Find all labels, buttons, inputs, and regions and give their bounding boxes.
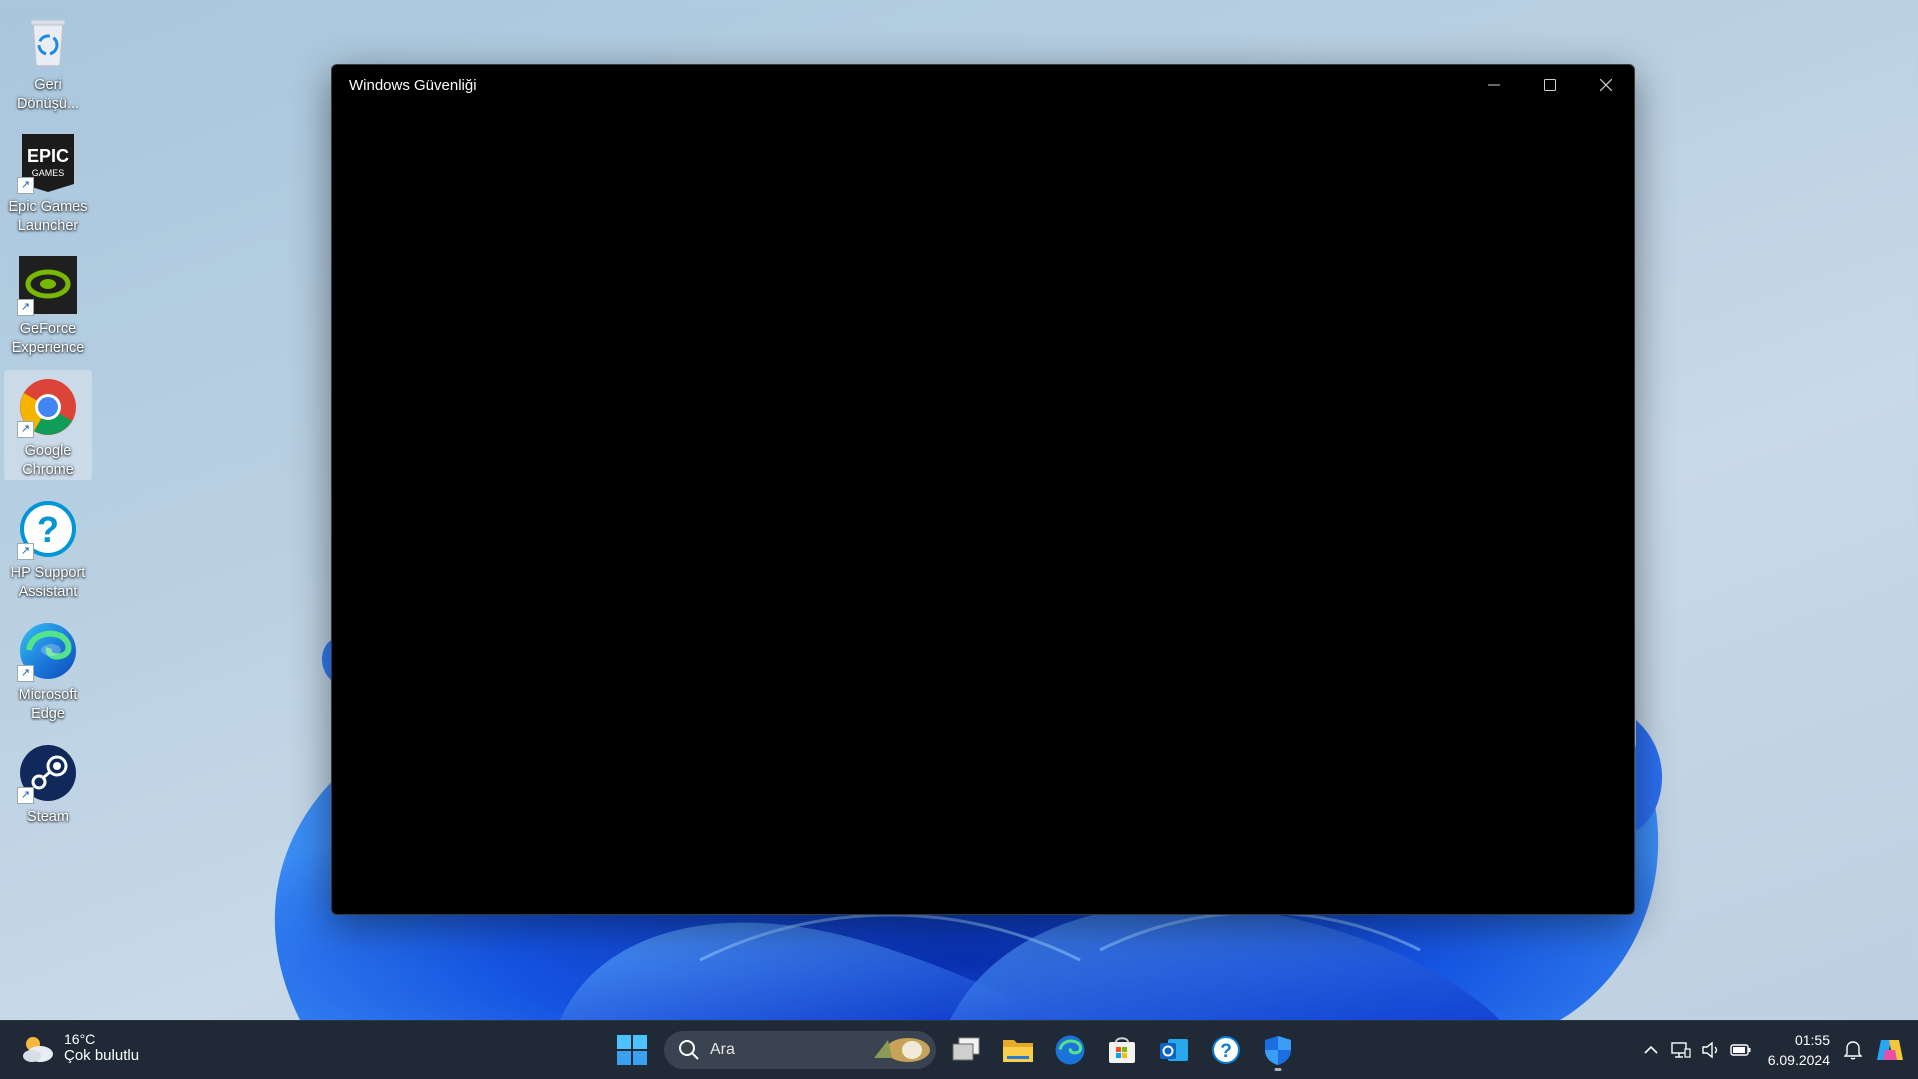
show-hidden-icons-button[interactable] — [1636, 1030, 1666, 1070]
desktop-icon-label: Steam — [27, 809, 69, 825]
desktop-icon-label: Geri Dönüşü... — [16, 77, 80, 112]
svg-text:?: ? — [37, 509, 59, 550]
clock-date: 6.09.2024 — [1767, 1052, 1830, 1068]
microsoft-store-icon — [1109, 1037, 1135, 1063]
desktop-icon-label: GeForce Experience — [11, 321, 85, 356]
outlook-icon — [1160, 1039, 1188, 1061]
shortcut-arrow-icon: ↗ — [17, 177, 34, 194]
help-icon: ? — [1212, 1036, 1240, 1064]
shortcut-arrow-icon: ↗ — [17, 543, 34, 560]
notifications-button[interactable] — [1838, 1030, 1868, 1070]
edge-taskbar-button[interactable] — [1044, 1028, 1096, 1072]
shortcut-arrow-icon: ↗ — [17, 787, 34, 804]
desktop-icon-label: Epic Games Launcher — [8, 199, 88, 234]
bell-icon — [1844, 1041, 1862, 1060]
hp-support-icon: ? ↗ — [17, 498, 79, 560]
desktop-icon-epic-games[interactable]: EPIC GAMES ↗ Epic Games Launcher — [4, 126, 92, 236]
battery-button[interactable] — [1726, 1030, 1756, 1070]
outlook-button[interactable] — [1148, 1028, 1200, 1072]
windows-security-icon — [1265, 1036, 1291, 1065]
help-button[interactable]: ? — [1200, 1028, 1252, 1072]
window-content — [332, 105, 1634, 914]
recycle-bin-icon — [17, 10, 79, 72]
copilot-button[interactable] — [1868, 1030, 1912, 1070]
title-bar[interactable]: Windows Güvenliği — [332, 65, 1634, 105]
cloudy-weather-icon — [23, 1036, 53, 1062]
desktop-icon-label: Google Chrome — [22, 443, 74, 478]
network-icon — [1671, 1042, 1691, 1058]
window-title: Windows Güvenliği — [349, 77, 477, 94]
windows-security-taskbar-button[interactable] — [1252, 1028, 1304, 1072]
desktop-icon-label: Microsoft Edge — [18, 687, 78, 722]
desktop-icon-geforce[interactable]: ↗ GeForce Experience — [4, 248, 92, 358]
chrome-icon: ↗ — [17, 376, 79, 438]
file-explorer-icon — [1003, 1040, 1033, 1062]
shortcut-arrow-icon: ↗ — [17, 665, 34, 682]
steam-icon: ↗ — [17, 742, 79, 804]
desktop-icon-label: HP Support Assistant — [10, 565, 86, 600]
desktop-icon-recycle-bin[interactable]: Geri Dönüşü... — [4, 4, 92, 114]
microsoft-store-button[interactable] — [1096, 1028, 1148, 1072]
file-explorer-button[interactable] — [992, 1028, 1044, 1072]
nvidia-geforce-icon: ↗ — [17, 254, 79, 316]
epic-games-icon: EPIC GAMES ↗ — [17, 132, 79, 194]
desktop-icon-steam[interactable]: ↗ Steam — [4, 736, 92, 846]
svg-text:EPIC: EPIC — [27, 146, 69, 166]
minimize-button[interactable] — [1466, 65, 1522, 105]
desktop-icon-edge[interactable]: ↗ Microsoft Edge — [4, 614, 92, 724]
start-button[interactable] — [606, 1028, 658, 1072]
edge-icon: ↗ — [17, 620, 79, 682]
maximize-icon — [1544, 79, 1556, 91]
copilot-icon — [1877, 1040, 1903, 1060]
search-highlight-icon — [874, 1038, 930, 1062]
desktop-icon-chrome[interactable]: ↗ Google Chrome — [4, 370, 92, 480]
taskbar-center: Ara ? — [606, 1028, 1304, 1072]
taskbar: 16°C Çok bulutlu Ara ? 01:55 6.09.2024 — [0, 1020, 1918, 1079]
weather-widget[interactable]: 16°C Çok bulutlu — [20, 1031, 139, 1064]
close-button[interactable] — [1578, 65, 1634, 105]
edge-icon — [1055, 1035, 1085, 1065]
weather-description: Çok bulutlu — [64, 1047, 140, 1064]
chevron-up-icon — [1644, 1045, 1658, 1054]
volume-icon — [1702, 1041, 1717, 1059]
start-icon — [617, 1035, 647, 1065]
battery-icon — [1730, 1044, 1751, 1056]
close-icon — [1600, 79, 1612, 91]
task-view-button[interactable] — [940, 1028, 992, 1072]
shortcut-arrow-icon: ↗ — [17, 299, 34, 316]
shortcut-arrow-icon: ↗ — [17, 421, 34, 438]
maximize-button[interactable] — [1522, 65, 1578, 105]
search-box[interactable]: Ara — [664, 1031, 936, 1069]
search-icon — [679, 1040, 699, 1060]
desktop-icon-hp-support[interactable]: ? ↗ HP Support Assistant — [4, 492, 92, 602]
weather-temperature: 16°C — [64, 1031, 96, 1047]
svg-text:?: ? — [1220, 1041, 1232, 1062]
network-button[interactable] — [1666, 1030, 1696, 1070]
volume-button[interactable] — [1696, 1030, 1726, 1070]
clock[interactable]: 01:55 6.09.2024 — [1768, 1030, 1830, 1070]
task-view-icon — [952, 1037, 980, 1061]
windows-security-window[interactable]: Windows Güvenliği — [331, 64, 1635, 915]
minimize-icon — [1488, 84, 1500, 86]
svg-text:GAMES: GAMES — [32, 168, 65, 178]
system-tray: 01:55 6.09.2024 — [1636, 1021, 1918, 1079]
active-indicator — [1274, 1068, 1282, 1071]
clock-time: 01:55 — [1794, 1032, 1830, 1048]
search-placeholder: Ara — [710, 1041, 735, 1058]
